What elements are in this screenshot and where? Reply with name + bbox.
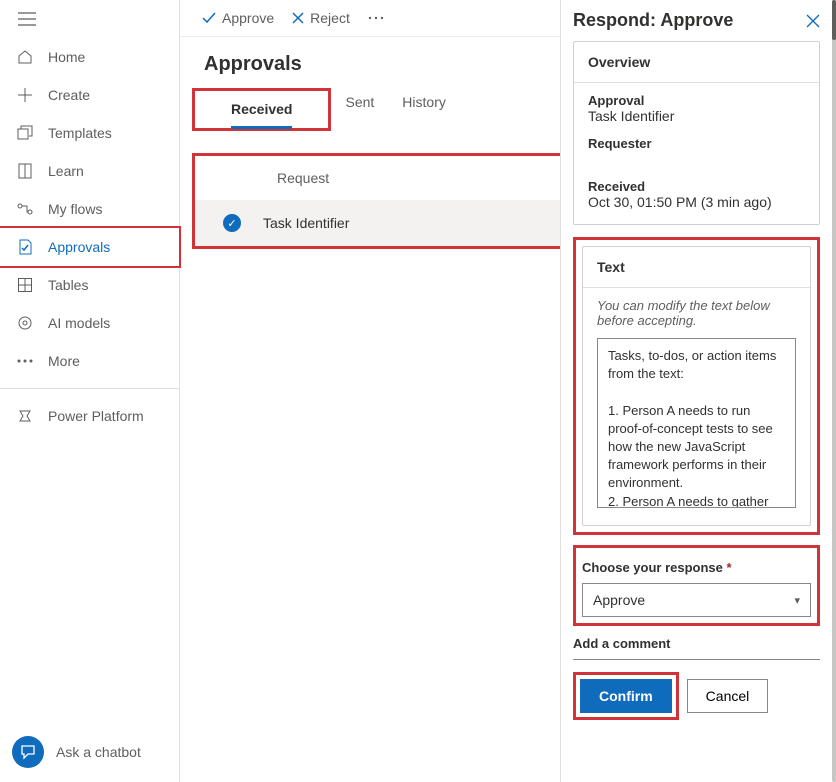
panel-title: Respond: Approve xyxy=(573,10,733,31)
sidebar-label: More xyxy=(48,353,80,369)
sidebar-label: Home xyxy=(48,49,85,65)
more-actions[interactable] xyxy=(368,16,384,20)
required-star: * xyxy=(727,560,732,575)
requester-label: Requester xyxy=(588,136,805,151)
sidebar-item-powerplatform[interactable]: Power Platform xyxy=(0,397,179,435)
request-column-header: Request xyxy=(195,156,564,200)
hamburger-icon xyxy=(18,12,36,26)
tab-history[interactable]: History xyxy=(402,84,446,131)
close-icon xyxy=(806,14,820,28)
respond-panel: Respond: Approve Overview Approval Task … xyxy=(560,0,832,782)
sidebar-label: Approvals xyxy=(48,239,110,255)
sidebar-label: Templates xyxy=(48,125,112,141)
received-value: Oct 30, 01:50 PM (3 min ago) xyxy=(588,194,805,210)
response-label-text: Choose your response xyxy=(582,560,723,575)
text-input[interactable] xyxy=(597,338,796,508)
approval-value: Task Identifier xyxy=(588,108,805,124)
home-icon xyxy=(16,48,34,66)
sidebar-item-learn[interactable]: Learn xyxy=(0,152,179,190)
request-title: Task Identifier xyxy=(263,215,349,231)
overview-card: Overview Approval Task Identifier Reques… xyxy=(573,41,820,225)
chevron-down-icon: ▾ xyxy=(794,594,800,607)
sidebar-label: My flows xyxy=(48,201,102,217)
x-icon xyxy=(292,12,304,24)
reject-label: Reject xyxy=(310,10,350,26)
templates-icon xyxy=(16,124,34,142)
sidebar-item-tables[interactable]: Tables xyxy=(0,266,179,304)
received-label: Received xyxy=(588,179,805,194)
sidebar-label: Learn xyxy=(48,163,84,179)
plus-icon xyxy=(16,86,34,104)
book-icon xyxy=(16,162,34,180)
approve-label: Approve xyxy=(222,10,274,26)
chatbot-launcher[interactable]: Ask a chatbot xyxy=(0,722,179,782)
sidebar-label: Power Platform xyxy=(48,408,144,424)
text-hint: You can modify the text below before acc… xyxy=(597,298,796,328)
approvals-icon xyxy=(16,238,34,256)
ellipsis-icon xyxy=(368,16,384,20)
comment-input[interactable] xyxy=(573,659,820,660)
check-icon xyxy=(202,12,216,24)
sidebar-item-create[interactable]: Create xyxy=(0,76,179,114)
scrollbar-thumb[interactable] xyxy=(832,0,836,40)
scrollbar[interactable] xyxy=(832,0,836,782)
requester-value xyxy=(588,151,805,167)
response-select[interactable]: Approve ▾ xyxy=(582,583,811,617)
reject-action[interactable]: Reject xyxy=(292,10,350,26)
tab-sent[interactable]: Sent xyxy=(345,84,374,131)
sidebar-item-home[interactable]: Home xyxy=(0,38,179,76)
approve-action[interactable]: Approve xyxy=(202,10,274,26)
hamburger-menu[interactable] xyxy=(0,0,179,38)
sidebar-item-approvals[interactable]: Approvals xyxy=(0,228,179,266)
chatbot-icon xyxy=(12,736,44,768)
text-heading: Text xyxy=(583,247,810,288)
close-button[interactable] xyxy=(806,14,820,28)
ai-icon xyxy=(16,314,34,332)
sidebar-label: Tables xyxy=(48,277,88,293)
text-card: Text You can modify the text below befor… xyxy=(582,246,811,526)
sidebar-item-more[interactable]: More xyxy=(0,342,179,380)
more-icon xyxy=(16,352,34,370)
powerplatform-icon xyxy=(16,407,34,425)
divider xyxy=(0,388,179,389)
request-row[interactable]: ✓ Task Identifier xyxy=(195,200,564,246)
sidebar: Home Create Templates Learn My flows App… xyxy=(0,0,180,782)
flow-icon xyxy=(16,200,34,218)
comment-label: Add a comment xyxy=(573,636,820,651)
sidebar-label: Create xyxy=(48,87,90,103)
sidebar-item-aimodels[interactable]: AI models xyxy=(0,304,179,342)
sidebar-label: AI models xyxy=(48,315,110,331)
chatbot-label: Ask a chatbot xyxy=(56,744,141,760)
selected-check-icon: ✓ xyxy=(223,214,241,232)
sidebar-item-templates[interactable]: Templates xyxy=(0,114,179,152)
confirm-button[interactable]: Confirm xyxy=(580,679,672,713)
sidebar-item-myflows[interactable]: My flows xyxy=(0,190,179,228)
tab-received[interactable]: Received xyxy=(231,91,292,129)
response-value: Approve xyxy=(593,592,645,608)
approval-label: Approval xyxy=(588,93,805,108)
overview-heading: Overview xyxy=(574,42,819,83)
response-label: Choose your response * xyxy=(582,560,811,575)
cancel-button[interactable]: Cancel xyxy=(687,679,769,713)
table-icon xyxy=(16,276,34,294)
